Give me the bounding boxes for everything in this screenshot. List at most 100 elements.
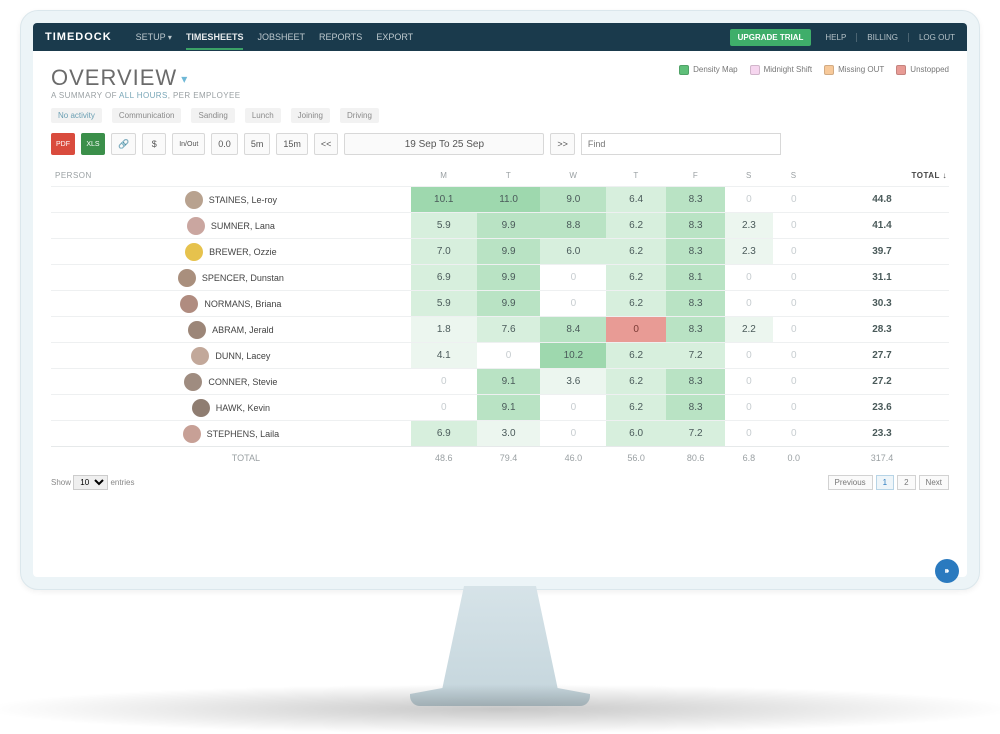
- day-cell[interactable]: 0: [773, 187, 815, 213]
- round-15m-button[interactable]: 15m: [276, 133, 308, 155]
- day-cell[interactable]: 0: [725, 369, 772, 395]
- day-cell[interactable]: 0: [773, 343, 815, 369]
- day-cell[interactable]: 0: [773, 213, 815, 239]
- table-row[interactable]: DUNN, Lacey4.1010.26.27.20027.7: [51, 343, 949, 369]
- day-cell[interactable]: 8.3: [666, 291, 725, 317]
- day-cell[interactable]: 0: [725, 187, 772, 213]
- day-cell[interactable]: 0: [773, 317, 815, 343]
- day-cell[interactable]: 11.0: [477, 187, 541, 213]
- day-cell[interactable]: 0: [725, 421, 772, 447]
- day-cell[interactable]: 7.2: [666, 343, 725, 369]
- nav-timesheets[interactable]: TIMESHEETS: [186, 32, 244, 50]
- day-cell[interactable]: 0: [773, 395, 815, 421]
- day-cell[interactable]: 8.3: [666, 317, 725, 343]
- day-cell[interactable]: 9.9: [477, 239, 541, 265]
- col-day[interactable]: S: [773, 165, 815, 187]
- upgrade-button[interactable]: UPGRADE TRIAL: [730, 29, 812, 46]
- day-cell[interactable]: 5.9: [411, 213, 477, 239]
- day-cell[interactable]: 8.3: [666, 369, 725, 395]
- day-cell[interactable]: 0: [725, 343, 772, 369]
- round-5m-button[interactable]: 5m: [244, 133, 271, 155]
- day-cell[interactable]: 0: [725, 291, 772, 317]
- col-day[interactable]: T: [477, 165, 541, 187]
- day-cell[interactable]: 0: [540, 291, 606, 317]
- day-cell[interactable]: 10.1: [411, 187, 477, 213]
- page-1[interactable]: 1: [876, 475, 894, 490]
- day-cell[interactable]: 6.2: [606, 369, 665, 395]
- day-cell[interactable]: 6.2: [606, 239, 665, 265]
- day-cell[interactable]: 6.9: [411, 265, 477, 291]
- day-cell[interactable]: 3.0: [477, 421, 541, 447]
- nav-jobsheet[interactable]: JOBSHEET: [257, 32, 305, 42]
- nav-setup[interactable]: SETUP: [136, 32, 172, 42]
- filter-tab[interactable]: Joining: [291, 108, 330, 123]
- table-row[interactable]: NORMANS, Briana5.99.906.28.30030.3: [51, 291, 949, 317]
- col-person[interactable]: PERSON: [51, 165, 411, 187]
- page-size-select[interactable]: 10: [73, 475, 108, 490]
- day-cell[interactable]: 6.2: [606, 213, 665, 239]
- day-cell[interactable]: 0: [477, 343, 541, 369]
- logout-link[interactable]: LOG OUT: [908, 33, 955, 42]
- day-cell[interactable]: 0: [773, 421, 815, 447]
- col-total[interactable]: TOTAL ↓: [815, 165, 949, 187]
- day-cell[interactable]: 6.2: [606, 265, 665, 291]
- col-day[interactable]: T: [606, 165, 665, 187]
- decimal-toggle[interactable]: 0.0: [211, 133, 238, 155]
- col-day[interactable]: W: [540, 165, 606, 187]
- page-next[interactable]: Next: [919, 475, 949, 490]
- search-input[interactable]: [581, 133, 781, 155]
- day-cell[interactable]: 8.4: [540, 317, 606, 343]
- table-row[interactable]: HAWK, Kevin09.106.28.30023.6: [51, 395, 949, 421]
- day-cell[interactable]: 6.2: [606, 343, 665, 369]
- next-week-button[interactable]: >>: [550, 133, 575, 155]
- col-day[interactable]: F: [666, 165, 725, 187]
- day-cell[interactable]: 8.3: [666, 239, 725, 265]
- table-row[interactable]: ABRAM, Jerald1.87.68.408.32.2028.3: [51, 317, 949, 343]
- filter-tab[interactable]: Driving: [340, 108, 379, 123]
- day-cell[interactable]: 0: [411, 395, 477, 421]
- help-link[interactable]: HELP: [825, 33, 846, 42]
- day-cell[interactable]: 5.9: [411, 291, 477, 317]
- day-cell[interactable]: 0: [725, 265, 772, 291]
- day-cell[interactable]: 8.8: [540, 213, 606, 239]
- inout-toggle[interactable]: In/Out: [172, 133, 205, 155]
- day-cell[interactable]: 8.3: [666, 395, 725, 421]
- prev-week-button[interactable]: <<: [314, 133, 339, 155]
- day-cell[interactable]: 8.1: [666, 265, 725, 291]
- export-xls-button[interactable]: XLS: [81, 133, 105, 155]
- day-cell[interactable]: 6.0: [540, 239, 606, 265]
- day-cell[interactable]: 9.1: [477, 369, 541, 395]
- chat-widget-icon[interactable]: ⁍: [935, 559, 959, 583]
- day-cell[interactable]: 8.3: [666, 187, 725, 213]
- day-cell[interactable]: 0: [540, 395, 606, 421]
- nav-export[interactable]: EXPORT: [376, 32, 413, 42]
- day-cell[interactable]: 2.3: [725, 213, 772, 239]
- day-cell[interactable]: 0: [773, 291, 815, 317]
- day-cell[interactable]: 9.1: [477, 395, 541, 421]
- table-row[interactable]: BREWER, Ozzie7.09.96.06.28.32.3039.7: [51, 239, 949, 265]
- billing-link[interactable]: BILLING: [856, 33, 898, 42]
- table-row[interactable]: CONNER, Stevie09.13.66.28.30027.2: [51, 369, 949, 395]
- nav-reports[interactable]: REPORTS: [319, 32, 362, 42]
- day-cell[interactable]: 9.9: [477, 213, 541, 239]
- day-cell[interactable]: 3.6: [540, 369, 606, 395]
- filter-tab[interactable]: No activity: [51, 108, 102, 123]
- filter-tab[interactable]: Sanding: [191, 108, 234, 123]
- day-cell[interactable]: 9.0: [540, 187, 606, 213]
- day-cell[interactable]: 0: [606, 317, 665, 343]
- title-dropdown-icon[interactable]: ▾: [181, 72, 188, 86]
- day-cell[interactable]: 6.2: [606, 395, 665, 421]
- table-row[interactable]: SUMNER, Lana5.99.98.86.28.32.3041.4: [51, 213, 949, 239]
- day-cell[interactable]: 6.2: [606, 291, 665, 317]
- day-cell[interactable]: 7.6: [477, 317, 541, 343]
- legend-midnight[interactable]: Midnight Shift: [750, 65, 812, 75]
- day-cell[interactable]: 7.2: [666, 421, 725, 447]
- day-cell[interactable]: 0: [725, 395, 772, 421]
- page-prev[interactable]: Previous: [828, 475, 873, 490]
- day-cell[interactable]: 0: [540, 265, 606, 291]
- legend-density[interactable]: Density Map: [679, 65, 737, 75]
- day-cell[interactable]: 0: [773, 265, 815, 291]
- currency-toggle[interactable]: $: [142, 133, 166, 155]
- table-row[interactable]: STAINES, Le-roy10.111.09.06.48.30044.8: [51, 187, 949, 213]
- day-cell[interactable]: 2.2: [725, 317, 772, 343]
